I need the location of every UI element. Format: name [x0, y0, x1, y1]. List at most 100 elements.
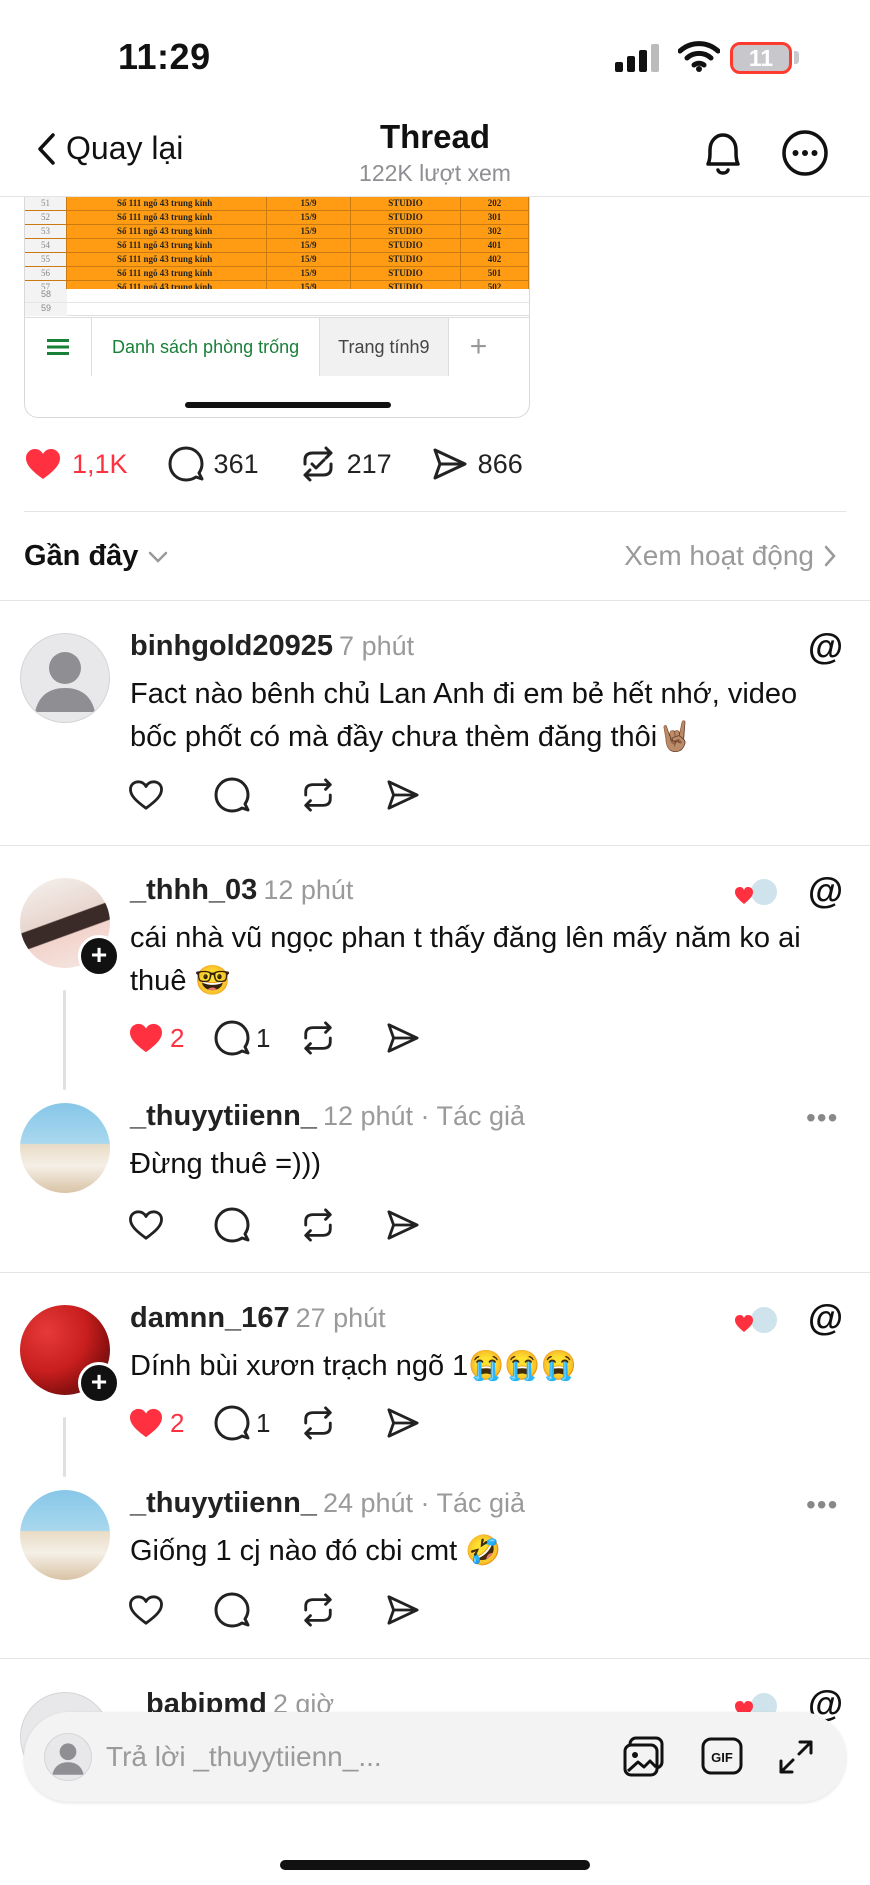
heart-filled-icon: [26, 449, 60, 479]
comment-header: _thuyytiienn_ 24 phút · Tác giả: [130, 1487, 525, 1520]
like-count: 2: [170, 1407, 185, 1438]
comment-icon: [168, 446, 204, 482]
comment-more-icon[interactable]: •••: [806, 1102, 838, 1134]
like-button[interactable]: 1,1K: [24, 447, 128, 481]
comment-icon: [214, 1020, 250, 1056]
home-indicator: [280, 1860, 590, 1870]
thread-connector: [63, 1417, 66, 1477]
reply-count: 1: [256, 1407, 271, 1438]
stats-divider: [24, 511, 846, 512]
sort-label: Gần đây: [24, 540, 139, 572]
image-icon[interactable]: [622, 1736, 666, 1778]
sheet-row: 52 Số 111 ngõ 43 trung kính 15/9 STUDIO 301: [25, 211, 529, 225]
like-button[interactable]: [128, 1209, 214, 1241]
comment-count: 361: [213, 448, 259, 479]
repost-icon: [304, 1593, 332, 1627]
comment-time: 27 phút: [295, 1303, 386, 1333]
gif-icon[interactable]: GIF: [700, 1736, 744, 1778]
username[interactable]: _thuyytiienn_: [130, 1487, 317, 1519]
liked-by-author-icon: [735, 1305, 778, 1335]
share-button[interactable]: [386, 1594, 472, 1626]
repost-button[interactable]: 217: [299, 446, 392, 482]
wifi-icon: [678, 41, 720, 72]
reply-count: 1: [256, 1022, 271, 1053]
username[interactable]: _thuyytiienn_: [130, 1100, 317, 1132]
reply-button[interactable]: [214, 1207, 300, 1243]
repost-button[interactable]: [300, 1208, 386, 1242]
avatar[interactable]: [20, 1490, 110, 1580]
repost-button[interactable]: [300, 778, 386, 812]
avatar[interactable]: [20, 1103, 110, 1193]
comment-more-icon[interactable]: •••: [806, 1489, 838, 1521]
reply-composer[interactable]: Trả lời _thuyytiienn_... GIF: [24, 1712, 846, 1802]
threads-icon[interactable]: @: [808, 626, 843, 668]
battery-level: 11: [748, 45, 774, 71]
share-icon: [387, 780, 419, 810]
comment-time: 24 phút · Tác giả: [322, 1488, 526, 1518]
share-button[interactable]: [386, 1209, 472, 1241]
view-activity-link[interactable]: Xem hoạt động: [624, 540, 836, 572]
comment-actions: [128, 1592, 472, 1628]
post-image-spreadsheet[interactable]: 51 Số 111 ngõ 43 trung kính 15/9 STUDIO 202 …: [24, 197, 530, 418]
username[interactable]: binhgold20925: [130, 630, 333, 662]
share-icon: [387, 1408, 419, 1438]
comment-actions: [128, 777, 472, 813]
heart-filled-icon: [130, 1408, 162, 1438]
comment-time: 12 phút: [263, 875, 354, 905]
cellular-signal-icon: [615, 44, 659, 72]
battery-tip: [794, 51, 799, 64]
sheet-grid: 51 Số 111 ngõ 43 trung kính 15/9 STUDIO 202 …: [25, 197, 529, 295]
share-icon: [387, 1023, 419, 1053]
post-stats: 1,1K 361 217 866: [24, 446, 563, 482]
repost-button[interactable]: [300, 1021, 386, 1055]
heart-icon: [129, 1595, 163, 1625]
sheet-add-tab-icon: +: [469, 330, 488, 363]
like-button[interactable]: [128, 1594, 214, 1626]
expand-icon[interactable]: [778, 1739, 814, 1775]
avatar[interactable]: [20, 633, 110, 723]
share-button[interactable]: [386, 1407, 472, 1439]
chevron-down-icon: [149, 551, 168, 563]
username[interactable]: _thhh_03: [130, 874, 257, 906]
status-time: 11:29: [118, 36, 211, 77]
username[interactable]: damnn_167: [130, 1302, 290, 1334]
share-button[interactable]: [386, 1022, 472, 1054]
follow-plus-icon[interactable]: +: [78, 1362, 120, 1404]
threads-icon[interactable]: @: [808, 870, 843, 912]
sheet-empty-rows: 58 59: [25, 289, 529, 316]
comment-button[interactable]: 361: [168, 446, 259, 482]
share-button[interactable]: [386, 779, 472, 811]
like-button[interactable]: [128, 779, 214, 811]
more-options-icon[interactable]: [780, 128, 830, 178]
reply-button[interactable]: [214, 777, 300, 813]
reply-button[interactable]: [214, 1592, 300, 1628]
sheet-tab-other: Trang tính9: [320, 318, 449, 376]
follow-plus-icon[interactable]: +: [78, 935, 120, 977]
comment-header: binhgold20925 7 phút: [130, 630, 414, 663]
reply-button[interactable]: 1: [214, 1405, 300, 1441]
comment-time: 7 phút: [339, 631, 415, 661]
bell-icon[interactable]: [698, 128, 748, 180]
share-button[interactable]: 866: [432, 447, 523, 481]
sheet-tab-active: Danh sách phòng trống: [92, 318, 321, 376]
heart-filled-icon: [130, 1023, 162, 1053]
repost-button[interactable]: [300, 1406, 386, 1440]
comment-text: cái nhà vũ ngọc phan t thấy đăng lên mấy…: [130, 922, 801, 997]
comment-text: Fact nào bênh chủ Lan Anh đi em bẻ hết n…: [130, 678, 798, 753]
reply-input[interactable]: Trả lời _thuyytiienn_...: [106, 1741, 622, 1773]
repost-count: 217: [346, 448, 392, 479]
comment-icon: [214, 1592, 250, 1628]
comment-text: Đừng thuê =))): [130, 1148, 322, 1180]
like-button[interactable]: 2: [128, 1407, 214, 1439]
comment-icon: [214, 777, 250, 813]
heart-icon: [129, 780, 163, 810]
comment-time: 12 phút · Tác giả: [322, 1101, 526, 1131]
reply-button[interactable]: 1: [214, 1020, 300, 1056]
like-button[interactable]: 2: [128, 1022, 214, 1054]
sheet-row: 56 Số 111 ngõ 43 trung kính 15/9 STUDIO 501: [25, 267, 529, 281]
comment-actions: 2 1: [128, 1020, 472, 1056]
threads-icon[interactable]: @: [808, 1297, 843, 1339]
sort-dropdown[interactable]: Gần đây: [24, 540, 168, 573]
liked-by-author-icon: [735, 877, 778, 907]
repost-button[interactable]: [300, 1593, 386, 1627]
